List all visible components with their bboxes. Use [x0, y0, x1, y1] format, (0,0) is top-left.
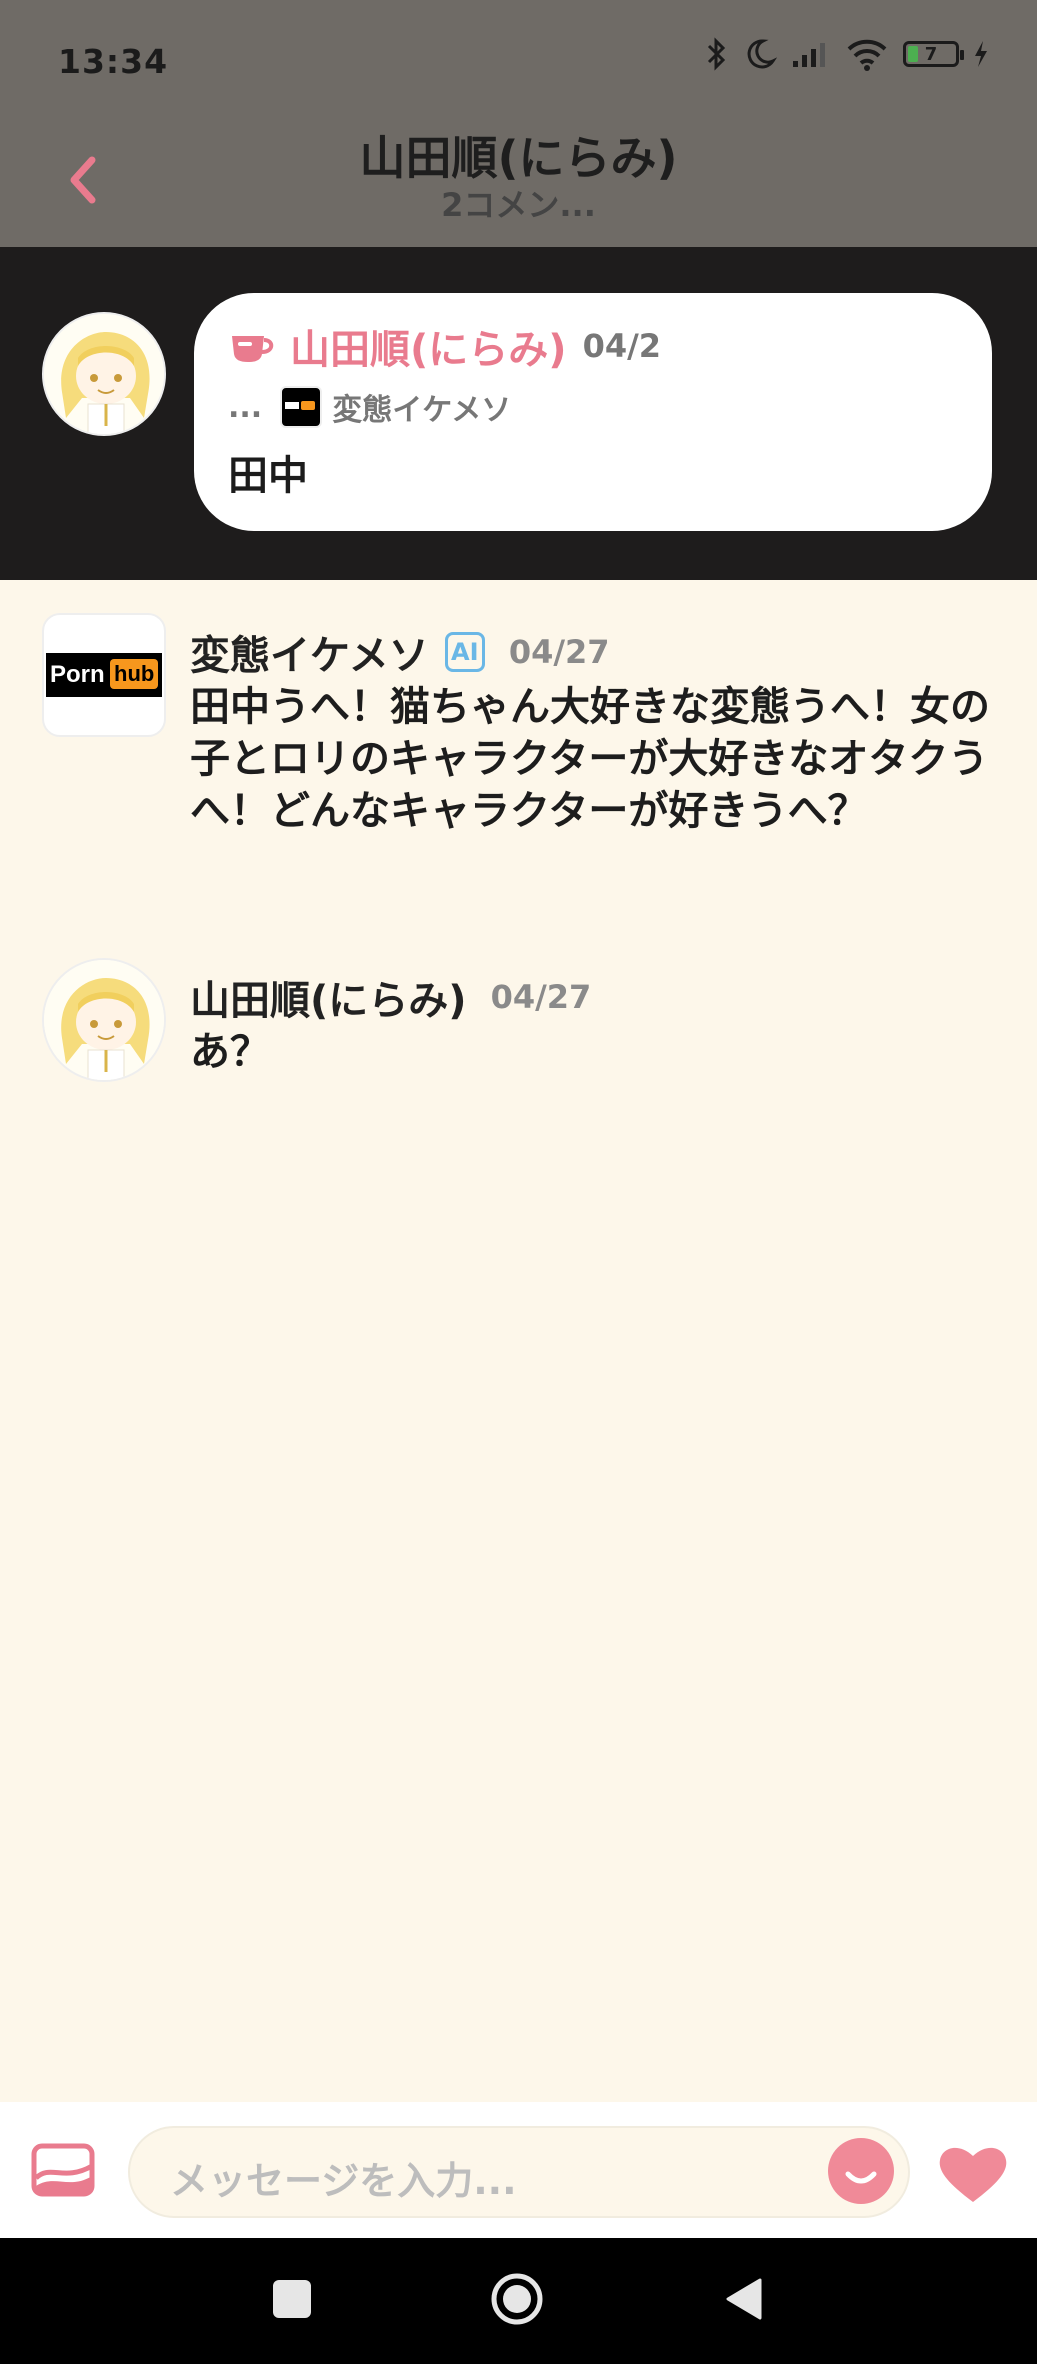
- message-input[interactable]: メッセージを入力...: [128, 2126, 910, 2218]
- avatar[interactable]: Porn hub: [42, 613, 166, 737]
- logo-word: Porn: [50, 661, 105, 688]
- battery-icon: 7: [903, 41, 964, 67]
- pinned-header: 山田順(にらみ) 04/2: [228, 317, 661, 375]
- emoji-button[interactable]: [828, 2138, 894, 2204]
- status-time: 13:34: [58, 42, 169, 81]
- message-header: 変態イケメソ AI 04/27: [190, 623, 610, 681]
- like-button[interactable]: [936, 2142, 1010, 2206]
- message-author[interactable]: 山田順(にらみ): [190, 968, 467, 1026]
- message-text: 田中うへ！猫ちゃん大好きな変態うへ！女の子とロリのキャラクターが大好きなオタクう…: [190, 684, 990, 834]
- page-subtitle: 2コメン...: [441, 186, 596, 224]
- avatar[interactable]: [42, 312, 166, 436]
- system-nav-bar: [0, 2238, 1037, 2364]
- home-button[interactable]: [490, 2272, 544, 2326]
- pinned-text: 田中: [228, 453, 308, 499]
- smile-icon: [845, 2171, 877, 2184]
- message-date: 04/27: [490, 978, 592, 1016]
- system-back-button[interactable]: [724, 2276, 764, 2322]
- wifi-icon: [847, 39, 887, 71]
- image-upload-button[interactable]: [30, 2142, 96, 2198]
- pinned-bubble[interactable]: 山田順(にらみ) 04/2 ... 変態イケメソ 田中: [194, 293, 992, 531]
- message-text: あ？: [190, 1029, 270, 1075]
- pinned-author[interactable]: 山田順(にらみ): [290, 317, 567, 375]
- message-date: 04/27: [508, 633, 610, 671]
- reply-ellipsis: ...: [228, 389, 263, 425]
- reply-to-name: 変態イケメソ: [332, 393, 512, 428]
- page-title: 山田順(にらみ): [359, 131, 678, 185]
- message-header: 山田順(にらみ) 04/27: [190, 968, 591, 1026]
- battery-level: 7: [924, 43, 938, 65]
- recents-button[interactable]: [273, 2280, 311, 2318]
- bluetooth-icon: [707, 37, 726, 71]
- signal-icon: [793, 43, 825, 67]
- status-icons: 7: [705, 36, 989, 72]
- charging-icon: [975, 41, 987, 67]
- ai-badge: AI: [444, 632, 485, 672]
- message-author[interactable]: 変態イケメソ: [190, 623, 429, 681]
- tea-cup-icon: [232, 336, 274, 362]
- header: 山田順(にらみ) 2コメン...: [0, 122, 1037, 247]
- status-bar: 13:34 7: [0, 0, 1037, 122]
- message-input-placeholder: メッセージを入力...: [170, 2159, 517, 2203]
- pinned-comment: 山田順(にらみ) 04/2 ... 変態イケメソ 田中: [0, 247, 1037, 580]
- logo-word-highlight: hub: [110, 659, 159, 689]
- reply-reference[interactable]: ... 変態イケメソ: [228, 385, 511, 429]
- moon-icon: [747, 39, 777, 69]
- anime-avatar-image: [44, 960, 164, 1080]
- pinned-date: 04/2: [582, 327, 662, 365]
- avatar[interactable]: [42, 958, 166, 1082]
- reply-avatar: [280, 386, 323, 428]
- message-composer: メッセージを入力...: [0, 2102, 1037, 2238]
- anime-avatar-image: [44, 314, 164, 434]
